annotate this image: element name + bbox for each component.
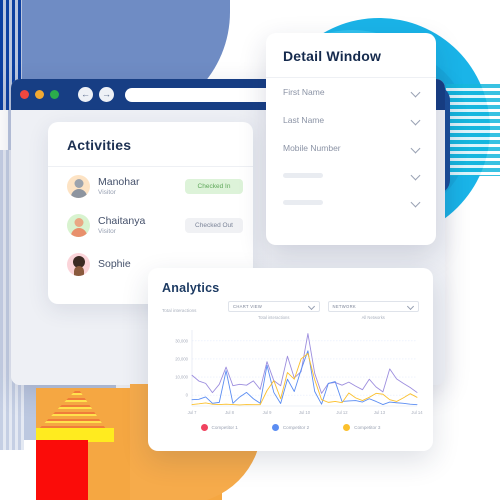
svg-text:Jul 7: Jul 7 xyxy=(188,410,198,415)
legend-item-competitor-3: Competitor 3 xyxy=(343,424,380,431)
avatar xyxy=(67,214,90,237)
maximize-green-dot[interactable] xyxy=(50,90,59,99)
svg-text:Jul 8: Jul 8 xyxy=(225,410,235,415)
visitor-role: Visitor xyxy=(98,227,116,235)
svg-text:Jul 10: Jul 10 xyxy=(299,410,311,415)
avatar-head-icon xyxy=(74,179,83,188)
legend-color-swatch xyxy=(271,424,279,431)
legend-item-competitor-1: Competitor 1 xyxy=(200,424,238,431)
activities-header: Activities xyxy=(48,122,253,167)
status-badge: Checked In xyxy=(185,179,243,194)
avatar-body-icon xyxy=(70,189,87,198)
legend-label: Competitor 2 xyxy=(282,425,310,430)
svg-text:10,000: 10,000 xyxy=(175,375,188,380)
network-select[interactable]: NETWORK xyxy=(327,301,419,312)
select-value: CHART VIEW xyxy=(233,304,263,309)
list-item[interactable]: Manohar Visitor Checked In xyxy=(48,167,253,206)
legend-item-competitor-2: Competitor 2 xyxy=(271,424,310,431)
field-row-mobile-number[interactable]: Mobile Number xyxy=(266,134,436,162)
chevron-down-icon[interactable] xyxy=(408,304,414,310)
visitor-name: Manohar xyxy=(98,175,140,188)
avatar xyxy=(67,175,90,198)
chart-legend: Competitor 1 Competitor 2 Competitor 3 xyxy=(148,424,433,431)
select-value: NETWORK xyxy=(332,304,357,309)
close-red-dot[interactable] xyxy=(20,90,29,99)
select-group: CHART VIEW Total interactions NETWORK Al… xyxy=(228,301,419,320)
legend-color-swatch xyxy=(200,424,208,431)
analytics-title: Analytics xyxy=(162,281,220,295)
field-label: Last Name xyxy=(283,115,325,125)
loading-placeholder-bar xyxy=(283,200,323,205)
select-caption: All Networks xyxy=(361,315,385,320)
field-label: First Name xyxy=(283,87,325,97)
page-title: Detail Window xyxy=(283,48,382,64)
chevron-down-icon[interactable] xyxy=(411,116,420,125)
chart-svg: 0 10,000 20,000 30,000 Jul 7 Jul 8 Jul 9 Jul 10… xyxy=(175,330,423,415)
chevron-down-icon[interactable] xyxy=(411,88,420,97)
line-chart: 0 10,000 20,000 30,000 Jul 7 Jul 8 Jul 9 Jul 10… xyxy=(158,324,423,422)
legend-label: Competitor 3 xyxy=(354,425,381,430)
svg-text:Jul 13: Jul 13 xyxy=(374,410,386,415)
back-arrow-icon[interactable]: ← xyxy=(78,87,93,102)
illustration-root: ← → Activities Manohar Visitor Checked I… xyxy=(0,0,500,500)
teal-stripe-decoration xyxy=(446,84,500,176)
svg-text:20,000: 20,000 xyxy=(175,357,188,362)
chevron-down-icon[interactable] xyxy=(411,144,420,153)
field-row-first-name[interactable]: First Name xyxy=(266,78,436,106)
avatar xyxy=(67,253,90,276)
field-row-placeholder-1[interactable] xyxy=(266,162,436,189)
chart-view-select-wrap: CHART VIEW Total interactions xyxy=(228,301,320,320)
list-item-texts: Chaitanya Visitor xyxy=(98,215,177,237)
field-row-last-name[interactable]: Last Name xyxy=(266,106,436,134)
network-select-wrap: NETWORK All Networks xyxy=(327,301,419,320)
chart-view-select[interactable]: CHART VIEW xyxy=(228,301,320,312)
visitor-name: Chaitanya xyxy=(98,214,146,227)
metric-label: Total interactions xyxy=(162,308,197,313)
chevron-down-icon[interactable] xyxy=(411,171,420,180)
chevron-down-icon[interactable] xyxy=(411,198,420,207)
loading-placeholder-bar xyxy=(283,173,323,178)
minimize-yellow-dot[interactable] xyxy=(35,90,44,99)
field-row-placeholder-2[interactable] xyxy=(266,189,436,216)
list-item[interactable]: Chaitanya Visitor Checked Out xyxy=(48,206,253,245)
legend-label: Competitor 1 xyxy=(211,425,238,430)
svg-text:Jul 14: Jul 14 xyxy=(411,410,423,415)
analytics-controls-row: Total interactions CHART VIEW Total inte… xyxy=(148,295,433,320)
avatar-body-icon xyxy=(70,228,87,237)
red-block-shape xyxy=(36,440,88,500)
svg-text:30,000: 30,000 xyxy=(175,338,188,343)
forward-arrow-icon[interactable]: → xyxy=(99,87,114,102)
visitor-role: Visitor xyxy=(98,188,116,196)
detail-window-header: Detail Window xyxy=(266,33,436,78)
field-label: Mobile Number xyxy=(283,143,341,153)
legend-color-swatch xyxy=(343,424,351,431)
activities-title: Activities xyxy=(67,137,132,153)
svg-text:Jul 12: Jul 12 xyxy=(336,410,348,415)
svg-text:0: 0 xyxy=(186,393,189,398)
select-caption: Total interactions xyxy=(258,315,290,320)
avatar-body-icon xyxy=(73,266,84,276)
avatar-head-icon xyxy=(74,218,83,227)
status-badge: Checked Out xyxy=(185,218,243,233)
chevron-down-icon[interactable] xyxy=(309,304,315,310)
list-item-texts: Manohar Visitor xyxy=(98,176,177,198)
detail-window-card: Detail Window First Name Last Name Mobil… xyxy=(266,33,436,245)
analytics-card: Analytics Total interactions CHART VIEW … xyxy=(148,268,433,451)
svg-text:Jul 9: Jul 9 xyxy=(263,410,273,415)
